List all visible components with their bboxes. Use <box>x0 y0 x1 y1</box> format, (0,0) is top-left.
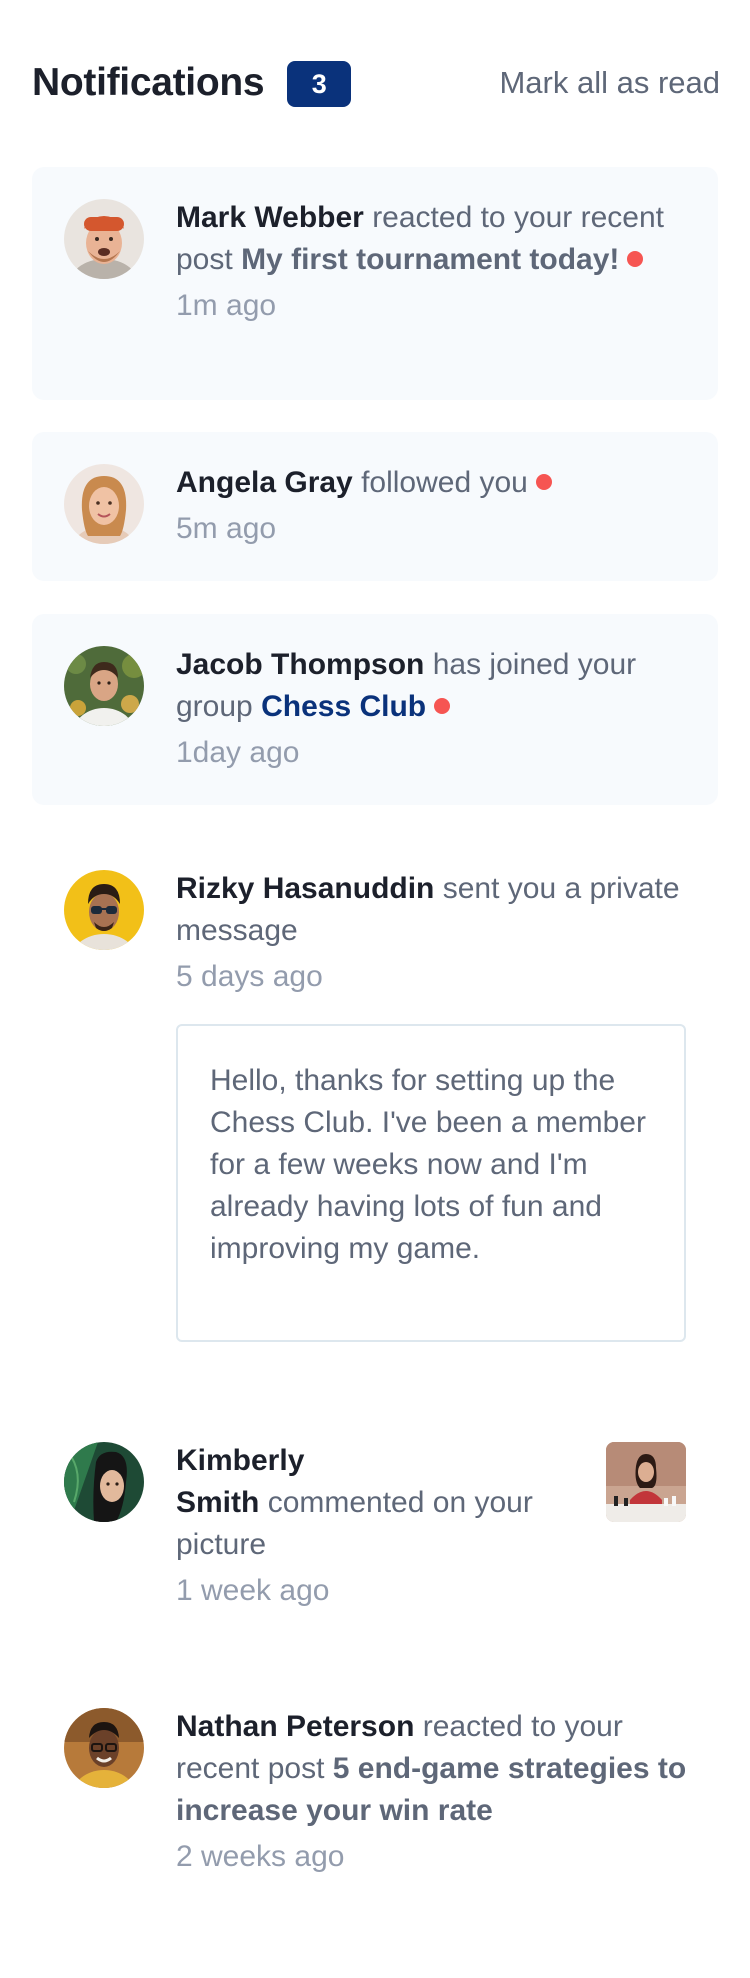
unread-count-badge: 3 <box>287 61 352 107</box>
user-name-first: Kimberly <box>176 1444 305 1477</box>
notification-time: 5m ago <box>176 512 277 545</box>
avatar-rizky-hasanuddin[interactable] <box>64 870 144 950</box>
notification-body: Kimberly Smith commented on your picture … <box>176 1440 578 1612</box>
notification-body: Jacob Thompson has joined your group Che… <box>176 644 688 774</box>
post-link[interactable]: My first tournament today! <box>241 243 619 276</box>
notifications-page: Notifications 3 Mark all as read Mark We… <box>0 0 750 1978</box>
header-title-group: Notifications 3 <box>32 59 352 107</box>
user-name[interactable]: Rizky Hasanuddin <box>176 872 434 905</box>
user-name[interactable]: Nathan Peterson <box>176 1710 414 1743</box>
notifications-header: Notifications 3 Mark all as read <box>32 58 720 108</box>
notification-item[interactable]: Kimberly Smith commented on your picture … <box>32 1410 718 1650</box>
notification-time: 1m ago <box>176 289 277 322</box>
private-message-preview[interactable]: Hello, thanks for setting up the Chess C… <box>176 1024 686 1342</box>
unread-dot <box>434 698 451 715</box>
avatar-kimberly-smith[interactable] <box>64 1442 144 1522</box>
mark-all-read-button[interactable]: Mark all as read <box>499 65 720 101</box>
notification-item[interactable]: Jacob Thompson has joined your group Che… <box>32 614 718 805</box>
notification-time: 1 week ago <box>176 1574 330 1607</box>
notification-item[interactable]: Mark Webber reacted to your recent post … <box>32 167 718 400</box>
notification-time: 2 weeks ago <box>176 1840 345 1873</box>
notification-body: Angela Gray followed you 5m ago <box>176 462 688 550</box>
notification-body: Rizky Hasanuddin sent you a private mess… <box>176 868 688 998</box>
group-link[interactable]: Chess Club <box>261 690 426 723</box>
notification-time: 5 days ago <box>176 960 323 993</box>
user-name-last: Smith <box>176 1486 260 1519</box>
avatar-mark-webber[interactable] <box>64 199 144 279</box>
unread-dot <box>535 474 552 491</box>
notification-time: 1day ago <box>176 736 300 769</box>
avatar-jacob-thompson[interactable] <box>64 646 144 726</box>
user-name[interactable]: Jacob Thompson <box>176 648 424 681</box>
notification-item[interactable]: Rizky Hasanuddin sent you a private mess… <box>32 838 718 1358</box>
notification-item[interactable]: Angela Gray followed you 5m ago <box>32 432 718 581</box>
user-name[interactable]: Mark Webber <box>176 201 364 234</box>
avatar-angela-gray[interactable] <box>64 464 144 544</box>
unread-dot <box>627 251 644 268</box>
notification-action: followed you <box>361 466 528 499</box>
notification-body: Nathan Peterson reacted to your recent p… <box>176 1706 688 1878</box>
page-title: Notifications <box>32 61 265 104</box>
user-name[interactable]: Angela Gray <box>176 466 353 499</box>
notification-body: Mark Webber reacted to your recent post … <box>176 197 688 327</box>
commented-picture-thumbnail[interactable] <box>606 1442 686 1522</box>
avatar-nathan-peterson[interactable] <box>64 1708 144 1788</box>
notification-item[interactable]: Nathan Peterson reacted to your recent p… <box>32 1676 718 1946</box>
